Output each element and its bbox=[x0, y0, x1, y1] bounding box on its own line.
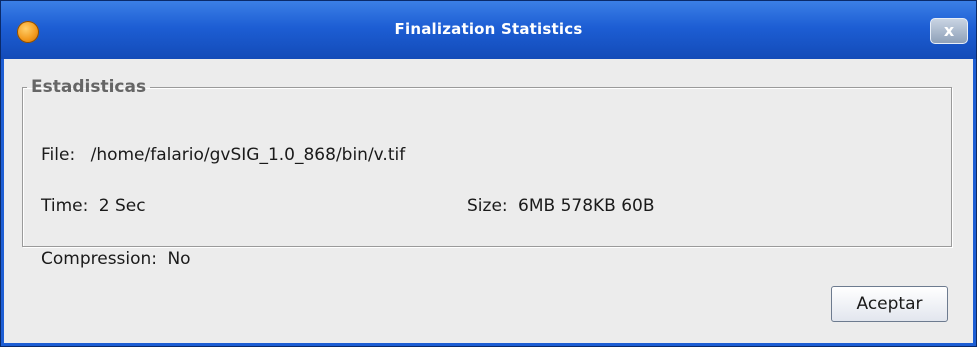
statistics-legend: Estadisticas bbox=[31, 77, 147, 97]
close-button[interactable]: x bbox=[930, 18, 968, 44]
size-label: Size: bbox=[467, 196, 508, 216]
file-row: File: /home/falario/gvSIG_1.0_868/bin/v.… bbox=[41, 145, 405, 165]
file-value: /home/falario/gvSIG_1.0_868/bin/v.tif bbox=[90, 145, 406, 165]
size-value: 6MB 578KB 60B bbox=[518, 196, 655, 216]
dialog-window: Finalization Statistics x Estadisticas F… bbox=[0, 0, 977, 347]
close-icon: x bbox=[943, 21, 955, 40]
compression-label: Compression: bbox=[41, 249, 158, 269]
statistics-group: Estadisticas File: /home/falario/gvSIG_1… bbox=[22, 77, 952, 269]
file-label: File: bbox=[41, 145, 76, 165]
compression-row: Compression: No bbox=[41, 249, 191, 269]
size-row: Size: 6MB 578KB 60B bbox=[467, 196, 655, 216]
time-row: Time: 2 Sec bbox=[41, 196, 146, 216]
time-label: Time: bbox=[41, 196, 89, 216]
window-title: Finalization Statistics bbox=[394, 20, 583, 38]
accept-button[interactable]: Aceptar bbox=[831, 286, 948, 322]
time-value: 2 Sec bbox=[98, 196, 146, 216]
dialog-content: Estadisticas File: /home/falario/gvSIG_1… bbox=[1, 59, 976, 346]
title-bar[interactable]: Finalization Statistics x bbox=[1, 1, 976, 59]
compression-value: No bbox=[167, 249, 191, 269]
